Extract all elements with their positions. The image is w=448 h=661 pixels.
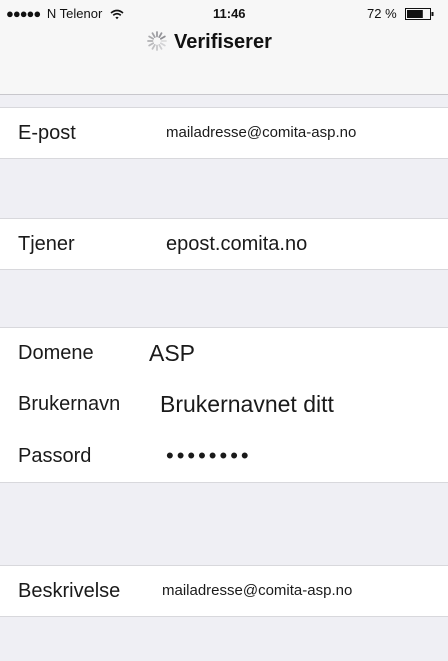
carrier-info: ●●●●● N Telenor xyxy=(6,6,124,21)
activity-spinner-icon xyxy=(147,31,167,51)
username-row[interactable]: Brukernavn Brukernavnet ditt xyxy=(0,379,448,432)
battery-percentage: 72 % xyxy=(367,6,397,21)
email-label: E-post xyxy=(18,122,76,144)
wifi-icon xyxy=(110,9,124,20)
domain-row[interactable]: Domene ASP xyxy=(0,327,448,380)
battery-icon xyxy=(405,8,434,20)
description-label: Beskrivelse xyxy=(18,580,121,602)
carrier-name: N Telenor xyxy=(46,6,103,21)
server-row[interactable]: Tjener epost.comita.no xyxy=(0,218,448,270)
description-field[interactable]: mailadresse@comita-asp.no xyxy=(162,566,352,616)
password-row[interactable]: Passord •••••••• xyxy=(0,431,448,483)
domain-label: Domene xyxy=(18,342,94,364)
navigation-bar: Verifiserer xyxy=(0,26,448,95)
section-gap xyxy=(0,483,448,567)
description-row[interactable]: Beskrivelse mailadresse@comita-asp.no xyxy=(0,565,448,617)
clock: 11:46 xyxy=(213,6,246,21)
section-gap xyxy=(0,617,448,661)
server-field[interactable]: epost.comita.no xyxy=(166,219,307,269)
email-field[interactable]: mailadresse@comita-asp.no xyxy=(166,108,356,158)
domain-field[interactable]: ASP xyxy=(149,328,195,378)
password-label: Passord xyxy=(18,445,92,467)
username-label: Brukernavn xyxy=(18,393,121,415)
email-row[interactable]: E-post mailadresse@comita-asp.no xyxy=(0,107,448,159)
section-gap xyxy=(0,159,448,219)
section-gap xyxy=(0,270,448,328)
status-bar: ●●●●● N Telenor 11:46 72 % xyxy=(0,0,448,26)
page-title: Verifiserer xyxy=(174,31,272,53)
server-label: Tjener xyxy=(18,233,75,255)
password-field[interactable]: •••••••• xyxy=(166,431,252,481)
section-gap xyxy=(0,95,448,107)
signal-strength-dots: ●●●●● xyxy=(6,6,41,21)
username-field[interactable]: Brukernavnet ditt xyxy=(160,379,334,429)
